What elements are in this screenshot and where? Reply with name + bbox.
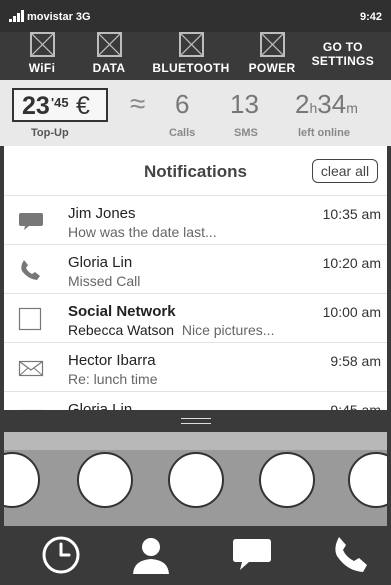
bluetooth-toggle-label: BLUETOOTH: [152, 61, 230, 75]
notification-preview: How was the date last...: [68, 224, 217, 240]
chat-bubble-icon: [18, 209, 44, 233]
go-to-settings-line1: GO TO: [322, 40, 363, 54]
notification-sender: Gloria Lin: [68, 401, 133, 410]
status-bar: movistar 3G 9:42: [0, 0, 391, 32]
sms-label: SMS: [234, 127, 258, 139]
panel-drag-handle[interactable]: [4, 410, 387, 432]
status-clock: 9:42: [359, 11, 382, 23]
phone-icon[interactable]: [330, 534, 372, 576]
notification-author: Rebecca Watson: [68, 322, 175, 338]
account-summary: 23 '45 € Top-Up ≈ 6 Calls 13 SMS 2h34m l…: [0, 80, 391, 146]
sms-value: 13: [230, 89, 259, 119]
online-hours: 2: [295, 89, 310, 119]
notification-preview: Nice pictures...: [181, 322, 275, 338]
online-time: 2h34m: [295, 89, 358, 120]
power-toggle-icon: [259, 32, 285, 57]
data-toggle[interactable]: DATA: [89, 32, 129, 80]
calls-value: 6: [175, 89, 190, 119]
data-toggle-label: DATA: [92, 61, 126, 75]
signal-strength-icon: [9, 10, 24, 22]
notification-sender: Hector Ibarra: [68, 352, 156, 369]
power-toggle[interactable]: POWER: [247, 32, 297, 80]
wifi-toggle-icon: [29, 32, 55, 57]
carrier-name: movistar 3G: [27, 11, 91, 23]
notification-time: 9:45 am: [330, 402, 381, 410]
go-to-settings-link[interactable]: GO TO SETTINGS: [312, 40, 374, 68]
notification-sender: Social Network: [68, 303, 176, 320]
notification-time: 10:20 am: [322, 255, 381, 271]
notification-sender: Gloria Lin: [68, 254, 133, 271]
bluetooth-toggle[interactable]: BLUETOOTH: [150, 32, 232, 80]
contact-avatar[interactable]: [259, 452, 315, 508]
notification-time: 10:00 am: [322, 304, 381, 320]
calls-label: Calls: [169, 127, 196, 139]
topup-label[interactable]: Top-Up: [31, 127, 69, 139]
social-network-icon: [18, 307, 44, 331]
online-minutes-unit: m: [346, 100, 358, 116]
balance-box[interactable]: 23 '45 €: [12, 88, 108, 122]
notification-item[interactable]: Jim Jones How was the date last... 10:35…: [4, 196, 387, 245]
contact-avatar[interactable]: [4, 452, 40, 508]
notification-item[interactable]: Gloria Lin 9:45 am: [4, 392, 387, 410]
notification-sender: Jim Jones: [68, 205, 136, 222]
quick-toggles: WiFi DATA BLUETOOTH POWER GO TO SETTINGS: [0, 32, 391, 80]
notifications-panel: Notifications clear all Jim Jones How wa…: [4, 146, 387, 410]
approx-sign: ≈: [130, 88, 146, 119]
notification-item[interactable]: Hector Ibarra Re: lunch time 9:58 am: [4, 343, 387, 392]
online-minutes: 34: [317, 89, 347, 119]
balance-decimals: '45: [51, 95, 69, 110]
notification-item[interactable]: Gloria Lin Missed Call 10:20 am: [4, 245, 387, 294]
contact-avatar[interactable]: [348, 452, 387, 508]
go-to-settings-line2: SETTINGS: [311, 54, 374, 68]
online-label: left online: [298, 127, 350, 139]
notification-preview: Re: lunch time: [68, 371, 158, 387]
bluetooth-toggle-icon: [178, 32, 204, 57]
message-icon[interactable]: [231, 534, 273, 576]
favorite-contacts-strip: [4, 432, 387, 526]
data-toggle-icon: [96, 32, 122, 57]
wifi-toggle-label: WiFi: [28, 61, 56, 75]
notification-time: 9:58 am: [330, 353, 381, 369]
dock-bar: [0, 526, 391, 585]
notification-preview: Missed Call: [68, 273, 141, 289]
balance-integer: 23: [22, 92, 50, 120]
notification-preview-line: Rebecca Watson Nice pictures...: [68, 322, 274, 338]
notifications-header: Notifications clear all: [4, 146, 387, 196]
clock-icon[interactable]: [40, 534, 82, 576]
power-toggle-label: POWER: [248, 61, 296, 75]
clear-all-button[interactable]: clear all: [312, 159, 378, 183]
balance-currency: €: [76, 92, 90, 120]
contact-icon[interactable]: [130, 534, 172, 576]
wifi-toggle[interactable]: WiFi: [22, 32, 62, 80]
envelope-icon: [18, 356, 44, 380]
contact-avatar[interactable]: [77, 452, 133, 508]
phone-icon: [18, 258, 44, 282]
contact-avatar[interactable]: [168, 452, 224, 508]
notification-time: 10:35 am: [322, 206, 381, 222]
notification-item[interactable]: Social Network Rebecca Watson Nice pictu…: [4, 294, 387, 343]
